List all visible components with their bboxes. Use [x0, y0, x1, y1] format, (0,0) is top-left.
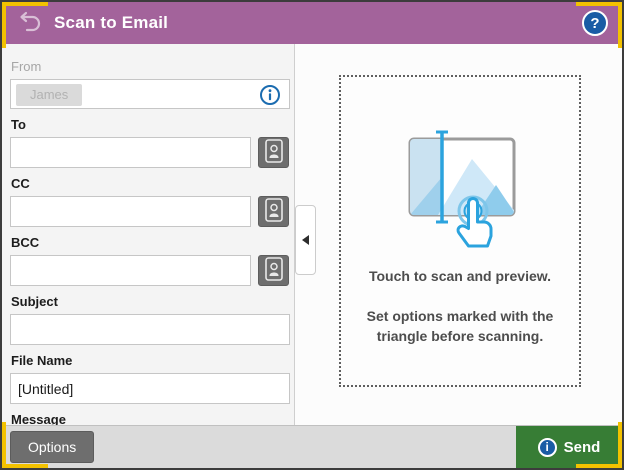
subject-input[interactable]: [10, 314, 290, 345]
scan-preview-area[interactable]: Touch to scan and preview. Set options m…: [339, 75, 581, 387]
email-form-panel: From James To: [2, 44, 295, 425]
page-title: Scan to Email: [54, 13, 168, 33]
main-content: From James To: [2, 44, 622, 425]
to-label: To: [11, 117, 289, 132]
from-field: James: [10, 79, 290, 109]
preview-panel: Touch to scan and preview. Set options m…: [295, 44, 622, 425]
from-value-chip: James: [16, 84, 82, 106]
bcc-input[interactable]: [10, 255, 251, 286]
to-row: [10, 137, 289, 168]
panel-collapse-handle[interactable]: [295, 205, 316, 275]
back-button[interactable]: [12, 8, 44, 38]
cc-address-book-button[interactable]: [258, 196, 289, 227]
send-button-label: Send: [564, 439, 601, 456]
help-icon: ?: [590, 15, 599, 32]
file-name-input[interactable]: [10, 373, 290, 404]
send-info-icon: i: [538, 438, 557, 457]
info-icon[interactable]: [259, 84, 281, 106]
bcc-label: BCC: [11, 235, 289, 250]
bcc-address-book-button[interactable]: [258, 255, 289, 286]
address-book-icon: [263, 256, 285, 285]
header-bar: Scan to Email ?: [2, 2, 622, 44]
to-address-book-button[interactable]: [258, 137, 289, 168]
scan-to-email-screen: Scan to Email ? From James To: [0, 0, 624, 470]
cc-input[interactable]: [10, 196, 251, 227]
send-button[interactable]: i Send: [516, 426, 622, 468]
options-button[interactable]: Options: [10, 431, 94, 463]
file-name-label: File Name: [11, 353, 289, 368]
cc-label: CC: [11, 176, 289, 191]
bcc-row: [10, 255, 289, 286]
help-button[interactable]: ?: [582, 10, 608, 36]
from-label: From: [11, 59, 289, 74]
subject-label: Subject: [11, 294, 289, 309]
address-book-icon: [263, 197, 285, 226]
footer-bar: Options i Send: [2, 425, 622, 468]
preview-instruction-primary: Touch to scan and preview.: [341, 268, 579, 284]
address-book-icon: [263, 138, 285, 167]
scan-illustration: [380, 123, 540, 249]
to-input[interactable]: [10, 137, 251, 168]
back-arrow-icon: [15, 11, 41, 36]
collapse-arrow-icon: [302, 235, 309, 245]
preview-instruction-secondary: Set options marked with the triangle bef…: [356, 306, 564, 347]
cc-row: [10, 196, 289, 227]
